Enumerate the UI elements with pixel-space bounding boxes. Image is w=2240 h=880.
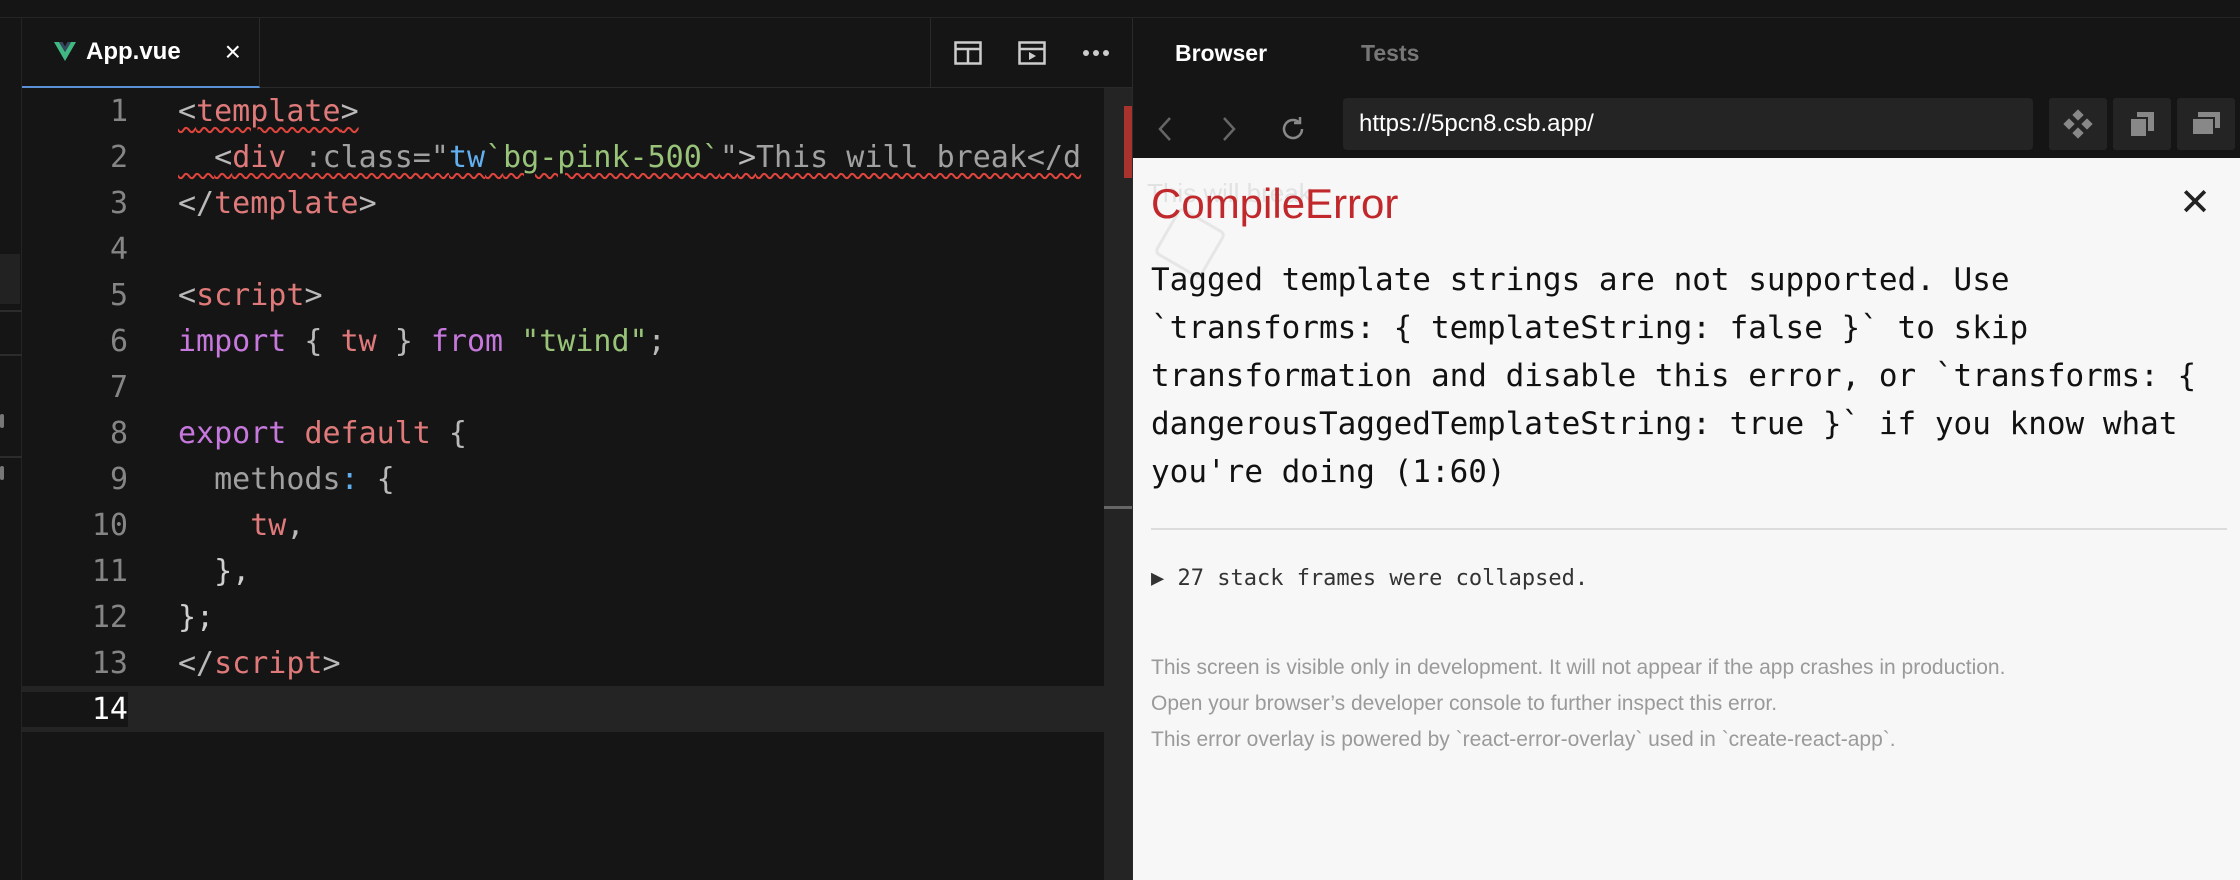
code-area[interactable]: 1 <template> 2 <div :class="tw`bg-pink-5… [22, 88, 1132, 880]
error-divider [1151, 528, 2227, 530]
code-line: 1 <template> [22, 88, 1132, 134]
code-line: 4 [22, 226, 1132, 272]
code-line: 6 import { tw } from "twind"; [22, 318, 1132, 364]
activity-highlight [0, 254, 20, 304]
url-input[interactable] [1343, 98, 2033, 150]
refresh-icon [1282, 117, 1304, 140]
code-line: 3 </template> [22, 180, 1132, 226]
code-line: 2 <div :class="tw`bg-pink-500`">This wil… [22, 134, 1132, 180]
footer-line: Open your browser’s developer console to… [1151, 692, 1778, 715]
top-strip [0, 0, 2240, 18]
tab-label: App.vue [86, 38, 181, 65]
line-number: 4 [109, 231, 128, 267]
window-icon [2191, 112, 2220, 136]
preview-icon [1018, 41, 1046, 65]
forward-button[interactable] [1197, 98, 1261, 160]
panel-tabs: Browser Tests [1133, 18, 2240, 88]
chevron-left-icon [1158, 117, 1171, 141]
split-view-icon [954, 41, 982, 65]
editor-tab-bar: App.vue × [22, 18, 1132, 88]
code-line: 5 <script> [22, 272, 1132, 318]
error-marker [1124, 106, 1132, 178]
code-line: 10 tw, [22, 502, 1132, 548]
collapsed-stack-frames[interactable]: ▶ 27 stack frames were collapsed. [1151, 566, 1588, 591]
open-window-button[interactable] [2177, 98, 2235, 150]
back-button[interactable] [1133, 98, 1197, 160]
line-number: 1 [109, 93, 128, 129]
code-line: 7 [22, 364, 1132, 410]
error-overlay: This will break CompileError ✕ Tagged te… [1133, 158, 2240, 880]
activity-divider [0, 354, 22, 356]
close-icon[interactable]: × [225, 38, 241, 66]
line-number: 13 [91, 645, 128, 681]
code-line: 13 </script> [22, 640, 1132, 686]
footer-line: This screen is visible only in developme… [1151, 656, 2006, 679]
tab-app-vue[interactable]: App.vue × [22, 18, 260, 88]
devtools-button[interactable] [2049, 98, 2107, 150]
activity-bar [0, 18, 22, 880]
tab-browser[interactable]: Browser [1175, 40, 1267, 67]
error-footer: This screen is visible only in developme… [1151, 650, 2005, 758]
diamond-grid-icon [2063, 109, 2093, 139]
line-number: 8 [109, 415, 128, 451]
line-number: 10 [91, 507, 128, 543]
code-line: 11 }, [22, 548, 1132, 594]
line-number: 14 [22, 691, 128, 727]
more-icon [1083, 50, 1109, 56]
browser-tools [2049, 98, 2240, 150]
line-number: 6 [109, 323, 128, 359]
line-number: 9 [109, 461, 128, 497]
line-number: 3 [109, 185, 128, 221]
preview-button[interactable] [1000, 18, 1064, 88]
editor-toolbar [936, 18, 1128, 88]
code-line: 12 }; [22, 594, 1132, 640]
line-number: 12 [91, 599, 128, 635]
line-number: 7 [109, 369, 128, 405]
activity-icon[interactable] [0, 466, 4, 480]
copy-button[interactable] [2113, 98, 2171, 150]
copy-icon [2129, 112, 2154, 138]
code-line: 9 methods: { [22, 456, 1132, 502]
activity-icon[interactable] [0, 414, 4, 428]
activity-divider [0, 456, 22, 458]
code-editor: App.vue × 1 <template> 2 <div :class="tw… [22, 18, 1132, 880]
chevron-right-icon [1223, 117, 1236, 141]
more-options-button[interactable] [1064, 18, 1128, 88]
line-number: 5 [109, 277, 128, 313]
vue-logo-icon [54, 42, 76, 61]
line-number: 11 [91, 553, 128, 589]
split-view-button[interactable] [936, 18, 1000, 88]
refresh-button[interactable] [1261, 98, 1325, 160]
scroll-position-marker [1104, 506, 1132, 509]
browser-toolbar [1133, 98, 2240, 160]
editor-scrollbar[interactable] [1104, 88, 1132, 880]
code-line: 8 export default { [22, 410, 1132, 456]
footer-line: This error overlay is powered by `react-… [1151, 728, 1896, 751]
toolbar-divider [930, 18, 931, 88]
tab-tests[interactable]: Tests [1361, 40, 1419, 67]
error-title: CompileError [1151, 180, 1399, 227]
code-line-current: 14 [22, 686, 1132, 732]
preview-panel: Browser Tests This will break Comp [1132, 18, 2240, 880]
close-overlay-icon[interactable]: ✕ [2179, 184, 2211, 222]
activity-divider [0, 310, 22, 312]
error-message: Tagged template strings are not supporte… [1151, 262, 2215, 490]
line-number: 2 [109, 139, 128, 175]
